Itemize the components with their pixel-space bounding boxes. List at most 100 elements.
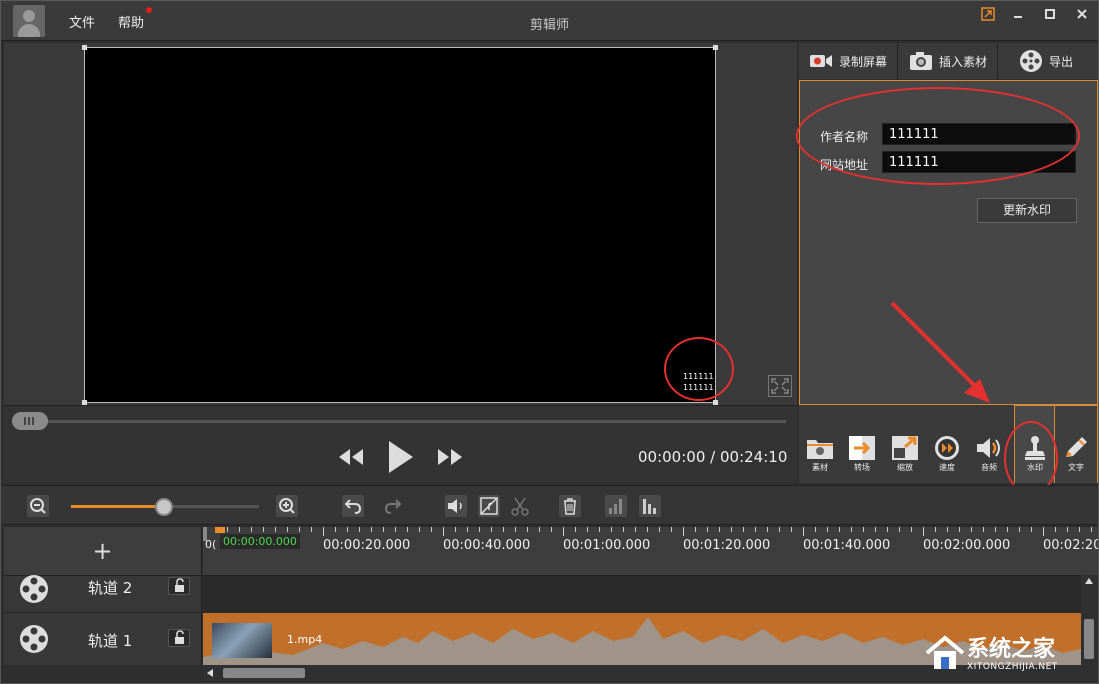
track-header-1[interactable]: 轨道 1: [4, 612, 202, 665]
bars-ascending-icon: [609, 499, 622, 514]
tick-label: 00:00:20.000: [323, 538, 411, 553]
video-canvas[interactable]: 111111 111111: [82, 45, 718, 405]
close-icon[interactable]: [1071, 7, 1093, 25]
track-name: 轨道 2: [88, 579, 133, 597]
speed-icon: [935, 436, 959, 460]
tick-label: 00:01:40.000: [803, 538, 891, 553]
track-name: 轨道 1: [88, 632, 133, 650]
zoom-slider-fill: [71, 505, 165, 508]
playback-controls: 00:00:00 / 00:24:10: [4, 405, 797, 483]
site-brand: 系统之家: [967, 637, 1056, 662]
tool-text[interactable]: 文字: [1058, 433, 1094, 481]
zoom-out-button[interactable]: [27, 495, 49, 517]
volume-button[interactable]: [445, 495, 467, 517]
zoom-slider-handle[interactable]: [155, 498, 173, 516]
tool-audio[interactable]: 音频: [971, 433, 1007, 481]
film-reel-icon: [20, 625, 48, 653]
tool-bar: 素材 转场 缩放 速度 音频 水印 文字: [799, 405, 1098, 495]
tick-label: 00:02:00.000: [923, 538, 1011, 553]
fast-forward-button[interactable]: [437, 448, 463, 470]
annotation-circle: [1004, 421, 1058, 495]
pencil-icon: [1066, 437, 1087, 457]
zoom-icon: [892, 436, 918, 460]
split-button[interactable]: [509, 495, 531, 517]
clip-thumbnail: [212, 623, 272, 658]
volume-icon: [448, 499, 462, 513]
maximize-icon[interactable]: [1039, 7, 1061, 25]
tick-label: 00:01:00.000: [563, 538, 651, 553]
time-separator: /: [710, 448, 716, 466]
delete-button[interactable]: [559, 495, 581, 517]
app-title: 剪辑师: [529, 18, 569, 33]
tool-speed[interactable]: 速度: [929, 433, 965, 481]
rewind-button[interactable]: [338, 448, 364, 470]
horizontal-scroll-thumb[interactable]: [223, 668, 305, 678]
film-reel-icon: [20, 575, 48, 603]
tab-export[interactable]: 导出: [999, 43, 1098, 79]
watermark-panel: 作者名称 网站地址 更新水印: [796, 80, 1098, 405]
notification-dot: [146, 7, 152, 13]
timeline-toolbar: [1, 485, 1098, 525]
right-tab-bar: 录制屏幕 插入素材 导出: [799, 43, 1098, 79]
site-watermark-logo: 系统之家 XITONGZHIJIA.NET: [923, 631, 1093, 681]
house-logo-icon: [925, 635, 965, 669]
speaker-icon: [977, 438, 1000, 458]
seek-bar[interactable]: [14, 420, 786, 423]
lock-icon[interactable]: [168, 577, 190, 595]
trash-icon: [564, 498, 576, 515]
annotation-circle: [796, 87, 1080, 185]
camera-icon: [810, 55, 832, 67]
tool-zoom[interactable]: 缩放: [887, 433, 923, 481]
annotation-arrow: [890, 301, 990, 403]
time-display: 00:00:00 / 00:24:10: [638, 448, 787, 466]
fullscreen-icon[interactable]: [768, 375, 792, 397]
audio-separate-button[interactable]: [478, 495, 500, 517]
ruler-cursor-prefix: 0(: [205, 538, 217, 551]
ruler-ticks: [203, 527, 1092, 536]
zoom-in-icon: [279, 498, 295, 514]
site-url: XITONGZHIJIA.NET: [967, 662, 1058, 672]
restore-icon[interactable]: [977, 7, 999, 25]
tick-label: 00:01:20.000: [683, 538, 771, 553]
playhead-marker: [215, 527, 225, 533]
photo-camera-icon: [910, 52, 932, 70]
audio-separate-icon: [480, 497, 498, 515]
app-window: 文件 帮助 剪辑师 111111 111111 00:00:00 / 00:24…: [0, 0, 1099, 684]
tool-transition[interactable]: 转场: [844, 433, 880, 481]
scissors-icon: [511, 497, 529, 516]
folder-icon: [807, 440, 833, 459]
annotation-circle: [664, 337, 734, 401]
tab-insert-media[interactable]: 插入素材: [899, 43, 998, 79]
zoom-in-button[interactable]: [276, 495, 298, 517]
track-lane-2[interactable]: [203, 575, 1081, 612]
update-watermark-button[interactable]: 更新水印: [977, 198, 1077, 223]
cursor-time: 00:00:00.000: [220, 534, 300, 549]
seek-handle[interactable]: [12, 412, 48, 430]
tick-label: 00:02:20: [1043, 538, 1098, 553]
timeline-ruler[interactable]: 0( 00:00:00.000 00:00:20.000 00:00:40.00…: [203, 527, 1098, 575]
minimize-icon[interactable]: [1007, 7, 1029, 25]
total-time: 00:24:10: [720, 448, 788, 466]
current-time: 00:00:00: [638, 448, 706, 466]
bars-descending-icon: [643, 499, 656, 514]
plus-icon: +: [92, 537, 113, 565]
track-header-2[interactable]: 轨道 2: [4, 575, 202, 612]
tool-media[interactable]: 素材: [802, 433, 838, 481]
redo-button[interactable]: [382, 495, 404, 517]
preview-area: 111111 111111: [4, 43, 797, 405]
audio-fade-button[interactable]: [639, 495, 661, 517]
redo-icon: [384, 499, 402, 514]
lock-icon[interactable]: [168, 629, 190, 647]
title-bar: 文件 帮助 剪辑师: [1, 1, 1098, 41]
tab-record-screen[interactable]: 录制屏幕: [799, 43, 898, 79]
transition-icon: [849, 436, 875, 460]
undo-icon: [344, 499, 362, 514]
zoom-out-icon: [30, 498, 46, 514]
add-track-button[interactable]: +: [4, 527, 202, 575]
audio-levels-button[interactable]: [605, 495, 627, 517]
clip-name: 1.mp4: [287, 633, 323, 646]
play-button[interactable]: [386, 440, 414, 478]
tick-label: 00:00:40.000: [443, 538, 531, 553]
undo-button[interactable]: [342, 495, 364, 517]
film-reel-icon: [1020, 50, 1042, 72]
